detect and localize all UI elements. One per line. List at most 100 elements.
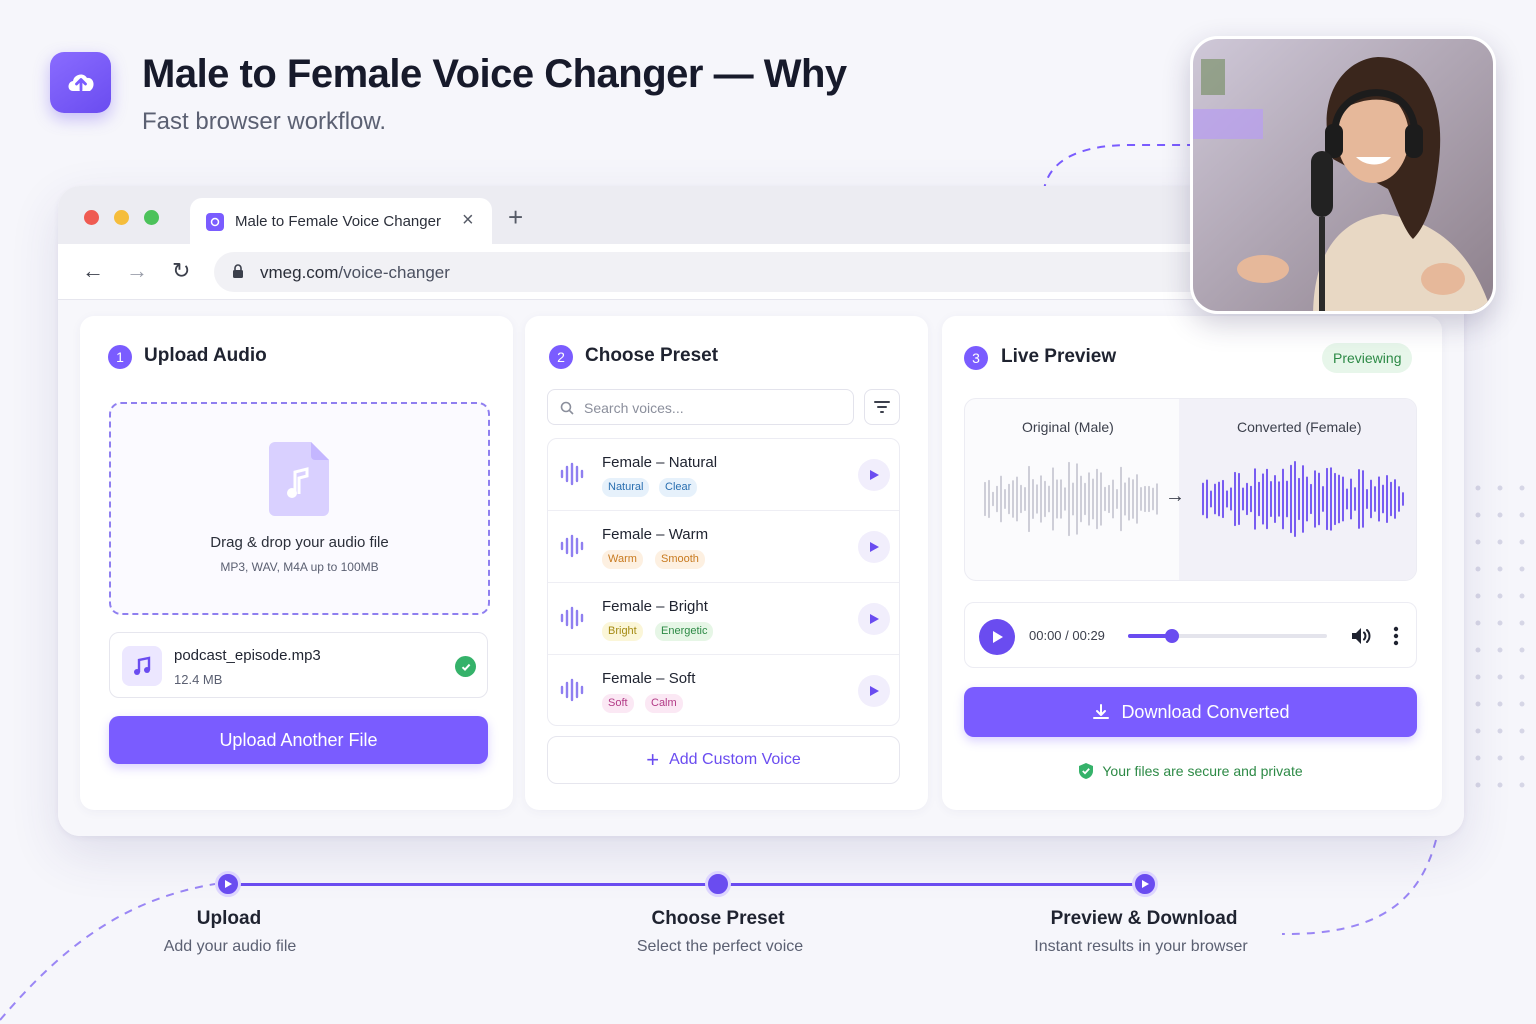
waveform-icon: [560, 462, 584, 486]
preset-card: 2 Choose Preset Search voices... Female …: [525, 316, 928, 810]
step-title: Choose Preset: [651, 908, 785, 929]
search-input[interactable]: Search voices...: [547, 389, 854, 425]
card-title: Choose Preset: [585, 345, 719, 366]
preset-tag: Soft: [602, 694, 634, 713]
waveform-icon: [560, 678, 584, 702]
file-name: podcast_episode.mp3: [174, 647, 321, 664]
seek-handle[interactable]: [1164, 629, 1179, 643]
forward-arrow-icon[interactable]: →: [126, 260, 148, 282]
play-preview-icon[interactable]: [858, 675, 890, 707]
upload-cloud-icon: [68, 73, 94, 91]
shield-check-icon: [1079, 763, 1094, 779]
preset-tag: Smooth: [655, 550, 705, 569]
minimize-window-dot[interactable]: [114, 210, 129, 225]
music-note-icon: [122, 646, 162, 686]
lock-icon: [233, 264, 243, 278]
preset-name: Female – Warm: [602, 526, 709, 543]
step-description: Instant results in your browser: [1034, 938, 1248, 955]
status-badge: Previewing: [1322, 343, 1413, 373]
file-size: 12.4 MB: [174, 672, 223, 687]
preview-card: 3 Live Preview Previewing Original (Male…: [942, 316, 1442, 810]
audio-player: 00:00 / 00:29: [964, 602, 1417, 668]
preset-item[interactable]: Female – Bright Bright Energetic: [548, 583, 899, 655]
preset-name: Female – Natural: [602, 454, 718, 471]
preset-name: Female – Bright: [602, 598, 708, 615]
step-number: 1: [108, 345, 132, 369]
step-marker-preset: [705, 871, 731, 897]
play-preview-icon[interactable]: [858, 459, 890, 491]
preset-tag: Natural: [602, 478, 650, 497]
preset-list: Female – Natural Natural Clear Female – …: [547, 438, 900, 726]
drop-hint: MP3, WAV, M4A up to 100MB: [220, 560, 379, 574]
step-description: Add your audio file: [163, 938, 297, 955]
step-marker-upload: [215, 871, 241, 897]
presenter-photo: [1190, 36, 1496, 314]
browser-tab[interactable]: Male to Female Voice Changer ×: [190, 198, 492, 244]
tab-close-icon[interactable]: ×: [462, 209, 474, 232]
url-domain: vmeg.com: [260, 263, 339, 282]
preset-tag: Energetic: [655, 622, 714, 641]
preset-item[interactable]: Female – Soft Soft Calm: [548, 655, 899, 725]
page-subtitle: Fast browser workflow.: [142, 108, 387, 135]
converted-label: Converted (Female): [1237, 419, 1362, 435]
upload-another-button[interactable]: Upload Another File: [109, 716, 488, 764]
check-icon: [455, 656, 476, 677]
step-marker-download: [1132, 871, 1158, 897]
preset-name: Female – Soft: [602, 670, 696, 687]
seek-bar[interactable]: [1128, 629, 1327, 643]
card-title: Live Preview: [1001, 346, 1117, 367]
music-file-icon: [269, 442, 329, 516]
play-icon: [1142, 880, 1149, 888]
step-description: Select the perfect voice: [636, 938, 804, 955]
security-text: Your files are secure and private: [1102, 763, 1303, 779]
favicon-icon: [206, 213, 224, 231]
play-preview-icon[interactable]: [858, 531, 890, 563]
volume-icon[interactable]: [1349, 624, 1373, 648]
add-custom-voice-button[interactable]: + Add Custom Voice: [547, 736, 900, 784]
waveform-compare: Original (Male) Converted (Female) →: [964, 398, 1417, 581]
preset-tag: Bright: [602, 622, 643, 641]
step-title: Upload: [196, 908, 262, 929]
step-number: 2: [549, 345, 573, 369]
preset-tag: Calm: [645, 694, 683, 713]
uploaded-file: podcast_episode.mp3 12.4 MB: [109, 632, 488, 698]
address-bar[interactable]: vmeg.com/voice-changer: [214, 252, 1334, 292]
step-title: Preview & Download: [1050, 908, 1238, 929]
steps-progress-line: [228, 883, 1146, 886]
security-note: Your files are secure and private: [942, 762, 1439, 780]
back-arrow-icon[interactable]: ←: [82, 260, 104, 282]
more-options-icon[interactable]: [1393, 624, 1399, 648]
maximize-window-dot[interactable]: [144, 210, 159, 225]
upload-card: 1 Upload Audio Drag & drop your audio fi…: [80, 316, 513, 810]
filter-icon: [874, 401, 890, 413]
card-title: Upload Audio: [144, 345, 267, 366]
download-icon: [1093, 704, 1110, 719]
search-placeholder: Search voices...: [584, 400, 684, 416]
play-button[interactable]: [979, 619, 1015, 655]
reload-icon[interactable]: ↻: [172, 260, 190, 282]
play-icon: [225, 880, 232, 888]
filter-button[interactable]: [864, 389, 900, 425]
app-logo: [50, 52, 111, 113]
converted-waveform: [1202, 461, 1404, 537]
original-waveform: [984, 461, 1158, 537]
download-converted-button[interactable]: Download Converted: [964, 687, 1417, 737]
preset-item[interactable]: Female – Natural Natural Clear: [548, 439, 899, 511]
arrow-right-icon: →: [1165, 485, 1185, 507]
tab-title: Male to Female Voice Changer: [235, 213, 441, 230]
page-title: Male to Female Voice Changer — Why: [142, 52, 847, 96]
new-tab-icon[interactable]: +: [508, 204, 523, 230]
close-window-dot[interactable]: [84, 210, 99, 225]
download-label: Download Converted: [1121, 701, 1290, 722]
url-text: vmeg.com/voice-changer: [260, 263, 450, 283]
preset-tag: Warm: [602, 550, 643, 569]
play-preview-icon[interactable]: [858, 603, 890, 635]
drop-zone[interactable]: Drag & drop your audio file MP3, WAV, M4…: [109, 402, 490, 615]
waveform-icon: [560, 534, 584, 558]
add-custom-voice-label: Add Custom Voice: [669, 751, 801, 768]
page-content: 1 Upload Audio Drag & drop your audio fi…: [58, 300, 1464, 836]
preset-item[interactable]: Female – Warm Warm Smooth: [548, 511, 899, 583]
preset-tag: Clear: [659, 478, 698, 497]
step-number: 3: [964, 346, 988, 370]
playback-time: 00:00 / 00:29: [1029, 628, 1105, 643]
